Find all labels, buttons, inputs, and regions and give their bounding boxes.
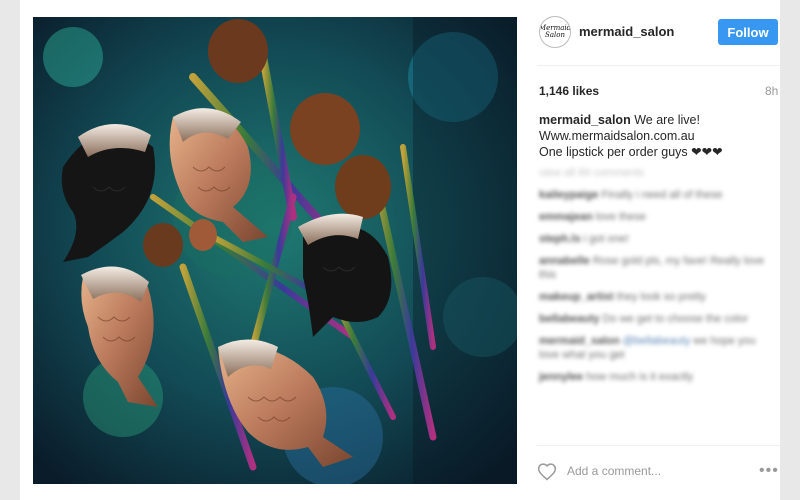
caption-line-2: Www.mermaidsalon.com.au	[539, 129, 695, 143]
username-link[interactable]: mermaid_salon	[579, 24, 674, 39]
avatar[interactable]: Mermaid Salon	[539, 16, 571, 48]
list-item: kaileypaige Finally i need all of these	[539, 188, 773, 202]
list-item: emmajean love these	[539, 210, 773, 224]
comments-list: view all 89 comments kaileypaige Finally…	[539, 166, 773, 441]
comment-username[interactable]: bellabeauty	[539, 313, 600, 325]
list-item: steph.ls i got one!	[539, 232, 773, 246]
comment-text: how much is it exactly	[586, 371, 694, 383]
comment-username[interactable]: kaileypaige	[539, 189, 598, 201]
caption: mermaid_salon We are live! Www.mermaidsa…	[539, 112, 775, 160]
view-all-comments-label: view all 89 comments	[539, 167, 645, 179]
post-card: Mermaid Salon mermaid_salon Follow 1,146…	[20, 0, 780, 500]
caption-line-3: One lipstick per order guys ❤❤❤	[539, 145, 723, 159]
heart-icon[interactable]	[537, 462, 557, 482]
list-item: jennylee how much is it exactly	[539, 370, 773, 384]
comment-text: they look so pretty	[616, 291, 706, 303]
view-all-comments-link[interactable]: view all 89 comments	[539, 166, 773, 180]
post-photo[interactable]	[33, 17, 517, 484]
post-header: Mermaid Salon mermaid_salon Follow	[537, 0, 780, 66]
more-options-icon[interactable]: •••	[759, 462, 779, 480]
comment-username[interactable]: steph.ls	[539, 233, 581, 245]
add-comment-input[interactable]	[567, 464, 757, 478]
comment-username[interactable]: jennylee	[539, 371, 583, 383]
makeup-brushes-photo	[33, 17, 517, 484]
list-item: annabelle Rose gold pls, my fave! Really…	[539, 254, 773, 282]
list-item: mermaid_salon @bellabeauty we hope you l…	[539, 334, 773, 362]
list-item: makeup_artist they look so pretty	[539, 290, 773, 304]
follow-button[interactable]: Follow	[718, 19, 778, 45]
list-item: bellabeauty Do we get to choose the colo…	[539, 312, 773, 326]
likes-count[interactable]: 1,146 likes	[539, 84, 599, 98]
caption-username[interactable]: mermaid_salon	[539, 113, 631, 127]
caption-line-1: We are live!	[634, 113, 700, 127]
comment-text: Finally i need all of these	[601, 189, 723, 201]
comment-text: love these	[595, 211, 647, 223]
comment-text: i got one!	[583, 233, 629, 245]
avatar-logo-text: Mermaid Salon	[539, 24, 571, 39]
comment-username[interactable]: makeup_artist	[539, 291, 614, 303]
comment-mention[interactable]: @bellabeauty	[623, 335, 690, 347]
comment-username[interactable]: annabelle	[539, 255, 590, 267]
comment-text: Do we get to choose the color	[602, 313, 749, 325]
divider	[537, 445, 780, 446]
post-time[interactable]: 8h	[765, 84, 778, 98]
post-sidebar: Mermaid Salon mermaid_salon Follow 1,146…	[537, 0, 780, 500]
comment-username[interactable]: emmajean	[539, 211, 593, 223]
comment-username[interactable]: mermaid_salon	[539, 335, 620, 347]
